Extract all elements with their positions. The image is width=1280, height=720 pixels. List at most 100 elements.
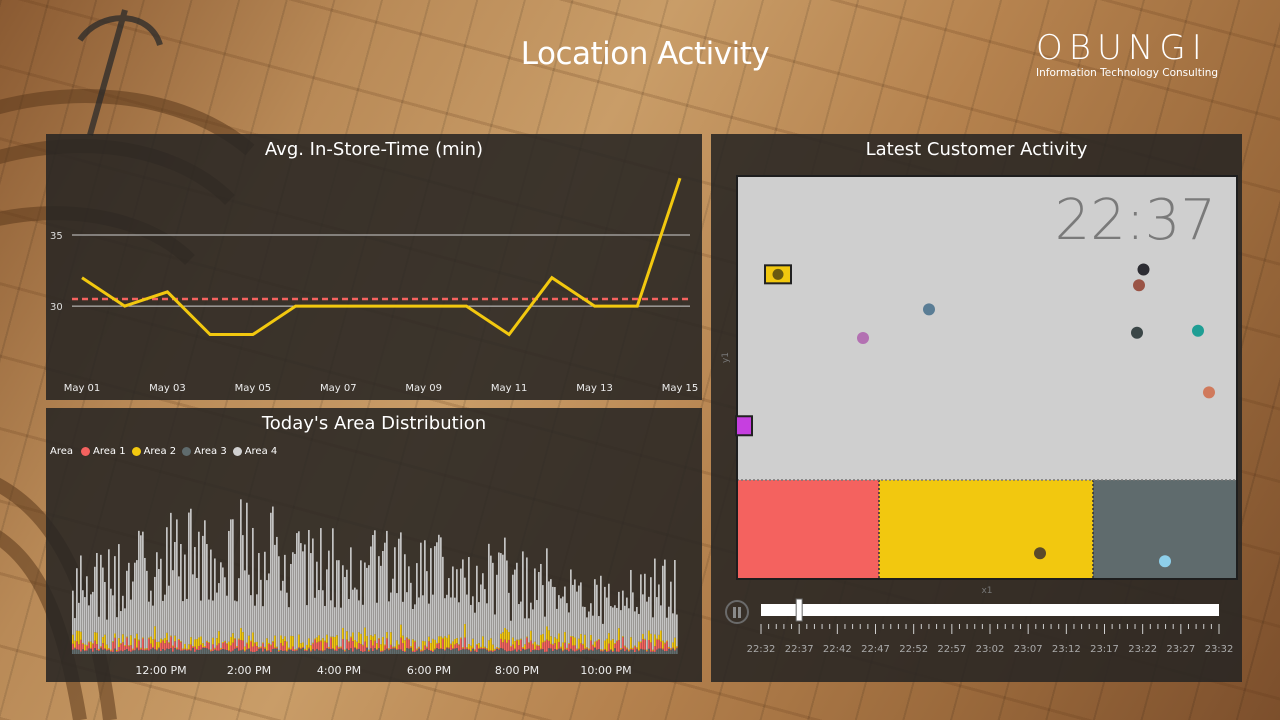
area-bar-segment <box>462 648 464 650</box>
area-bar-segment <box>442 556 444 638</box>
area-bar-segment <box>184 649 186 654</box>
customer-point[interactable] <box>857 332 869 345</box>
customer-marker-square[interactable] <box>735 415 753 437</box>
customer-point[interactable] <box>1192 324 1204 337</box>
area-distribution-chart[interactable]: 12:00 PM 2:00 PM 4:00 PM 6:00 PM 8:00 PM 10:0… <box>46 408 702 682</box>
data-point[interactable] <box>206 330 214 338</box>
area-bar-segment <box>540 648 542 650</box>
area-bar-segment <box>600 650 602 652</box>
area-bar-segment <box>216 638 218 646</box>
area-bar-segment <box>618 651 620 654</box>
slider-time-label: 22:37 <box>785 644 814 655</box>
area-bar-segment <box>202 648 204 654</box>
x-tick-label: May 07 <box>320 383 357 394</box>
area-bar-segment <box>198 531 200 638</box>
area-bar-segment <box>642 594 644 634</box>
data-point[interactable] <box>334 302 342 310</box>
data-point[interactable] <box>505 330 513 338</box>
data-point[interactable] <box>78 274 86 282</box>
area-bar-segment <box>672 647 674 649</box>
area-bar-segment <box>436 643 438 649</box>
area-bar-segment <box>518 645 520 650</box>
data-point[interactable] <box>676 174 684 182</box>
area-bar-segment <box>584 634 586 649</box>
area-bar-segment <box>592 644 594 646</box>
slider-track[interactable] <box>761 604 1219 616</box>
latest-customer-activity-panel: Latest Customer Activity x1 y1 22:37 22:3… <box>711 134 1242 682</box>
area-bar-segment <box>350 636 352 638</box>
area-bar-segment <box>224 577 226 641</box>
area-bar-segment <box>138 650 140 654</box>
data-point[interactable] <box>591 302 599 310</box>
area-bar-segment <box>208 649 210 654</box>
area-bar-segment <box>558 648 560 654</box>
area-bar-segment <box>530 602 532 631</box>
in-store-time-line[interactable] <box>81 177 682 337</box>
area-bar-segment <box>536 644 538 646</box>
area-bar-segment <box>290 635 292 649</box>
area-bar-segment <box>628 608 630 650</box>
area-bar-segment <box>248 649 250 654</box>
data-point[interactable] <box>633 302 641 310</box>
customer-point[interactable] <box>772 268 784 280</box>
area-bar-segment <box>270 644 272 646</box>
area-bar-segment <box>658 639 660 649</box>
area-bar-segment <box>508 639 510 651</box>
area-bar-segment <box>140 649 142 654</box>
area-bar-segment <box>606 597 608 639</box>
area-bar-segment <box>404 650 406 652</box>
area-bar-segment <box>340 647 342 649</box>
area-bar-segment <box>126 636 128 638</box>
area-bar-segment <box>496 648 498 650</box>
data-point[interactable] <box>121 302 129 310</box>
area-bar-segment <box>256 646 258 651</box>
area-bar-segment <box>570 569 572 637</box>
area-bar-segment <box>302 642 304 648</box>
area-bar-segment <box>72 643 74 650</box>
area-bar-segment <box>388 648 390 650</box>
area-bar-segment <box>456 638 458 644</box>
area-bar-segment <box>216 645 218 651</box>
area-bar-segment <box>338 648 340 654</box>
area-bar-segment <box>218 631 220 644</box>
data-point[interactable] <box>163 288 171 296</box>
area-bar-segment <box>464 649 466 654</box>
slider-handle[interactable] <box>795 598 803 622</box>
area-bar-segment <box>322 650 324 652</box>
area-bar-segment <box>172 646 174 652</box>
customer-point[interactable] <box>1034 547 1046 560</box>
customer-point[interactable] <box>1203 386 1215 399</box>
x-tick-label: 10:00 PM <box>580 664 631 677</box>
area-bar-segment <box>196 577 198 640</box>
time-slider[interactable]: 22:32 22:37 22:42 22:47 22:52 22:57 23:02 23:07… <box>711 594 1242 664</box>
area-bar-segment <box>412 608 414 640</box>
area-bar-segment <box>286 592 288 642</box>
area-bar-segment <box>118 647 120 652</box>
area-bar-segment <box>186 650 188 654</box>
customer-point[interactable] <box>1133 279 1145 292</box>
data-point[interactable] <box>249 330 257 338</box>
floor-zone-2 <box>879 480 1093 579</box>
area-bar-segment <box>314 639 316 651</box>
area-bar-segment <box>296 650 298 654</box>
customer-point[interactable] <box>1159 555 1171 568</box>
area-bar-segment <box>288 607 290 648</box>
avg-in-store-time-chart[interactable]: 30 35 May 01 May 03 May 05 May 07 May 09 May 11… <box>46 134 702 400</box>
data-point[interactable] <box>420 302 428 310</box>
area-bar-segment <box>266 650 268 652</box>
area-bar-segment <box>158 648 160 654</box>
data-point[interactable] <box>377 302 385 310</box>
area-bar-segment <box>626 648 628 650</box>
area-bar-segment <box>566 603 568 648</box>
data-point[interactable] <box>292 302 300 310</box>
area-bar-segment <box>418 648 420 654</box>
customer-point[interactable] <box>1131 326 1143 339</box>
area-bar-segment <box>186 648 188 650</box>
data-point[interactable] <box>462 302 470 310</box>
area-bar-segment <box>274 647 276 649</box>
customer-point[interactable] <box>1137 263 1150 276</box>
area-bar-segment <box>280 635 282 644</box>
data-point[interactable] <box>548 274 556 282</box>
customer-point[interactable] <box>923 303 935 316</box>
area-bar-segment <box>284 650 286 654</box>
